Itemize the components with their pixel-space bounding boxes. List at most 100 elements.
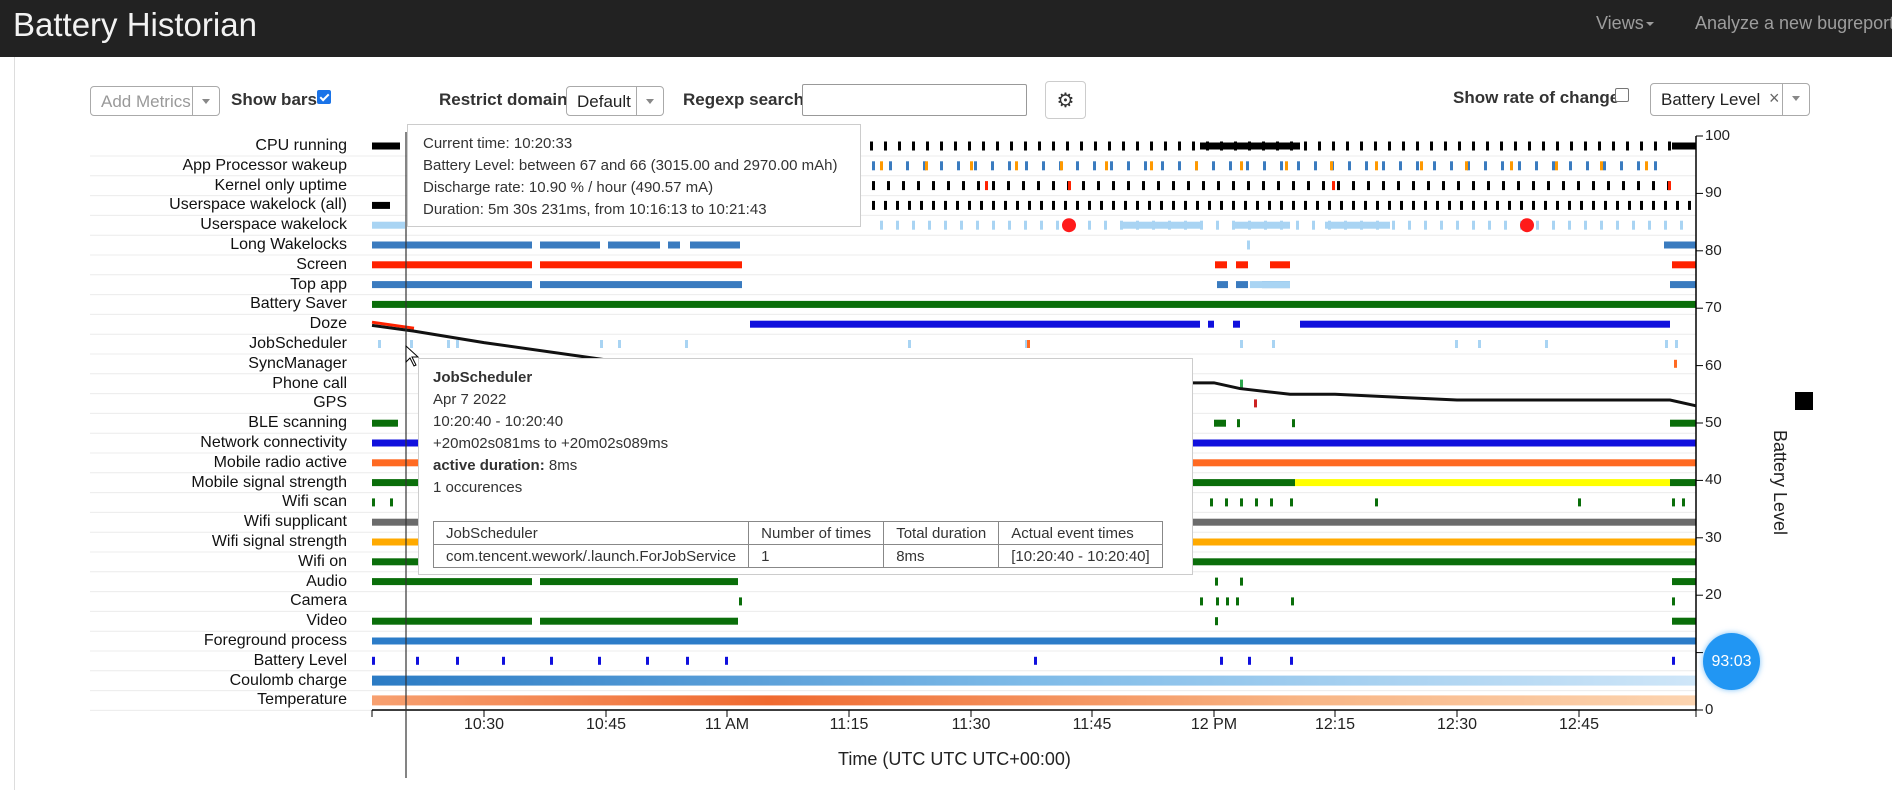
close-icon[interactable]: × xyxy=(1769,88,1780,109)
row-label: Battery Saver xyxy=(250,295,347,313)
job-date: Apr 7 2022 xyxy=(433,391,507,408)
row-label: Kernel only uptime xyxy=(214,176,347,194)
table-header: Actual event times xyxy=(998,521,1163,545)
table-header: JobScheduler xyxy=(432,521,750,545)
y-tick-label: 50 xyxy=(1705,414,1722,431)
row-label: Battery Level xyxy=(253,651,347,669)
table-header: Number of times xyxy=(748,521,885,545)
row-label: Userspace wakelock (all) xyxy=(169,196,347,214)
row-label: Coulomb charge xyxy=(229,671,347,689)
show-rate-checkbox[interactable] xyxy=(1615,88,1629,102)
jobscheduler-tooltip: JobScheduler Apr 7 2022 10:20:40 - 10:20… xyxy=(418,358,1193,575)
row-label: SyncManager xyxy=(248,354,347,372)
row-label: Video xyxy=(306,612,347,630)
table-row: com.tencent.wework/.launch.ForJobService… xyxy=(432,544,1163,568)
row-label: Screen xyxy=(296,255,347,273)
x-tick-label: 11:30 xyxy=(951,716,991,733)
y-tick-label: 40 xyxy=(1705,471,1722,489)
job-range: 10:20:40 - 10:20:40 xyxy=(433,413,564,430)
brand-title[interactable]: Battery Historian xyxy=(13,6,257,44)
job-table: JobScheduler Number of times Total durat… xyxy=(432,521,1163,568)
settings-button[interactable]: ⚙ xyxy=(1045,81,1086,119)
battery-tooltip: Current time: 10:20:33 Battery Level: be… xyxy=(407,124,861,227)
x-tick-label: 10:30 xyxy=(463,716,505,733)
job-offset: +20m02s081ms to +20m02s089ms xyxy=(433,435,669,452)
row-label: Temperature xyxy=(257,691,347,709)
add-metrics-placeholder: Add Metrics xyxy=(101,92,191,111)
legend-square-icon xyxy=(1795,392,1813,410)
row-label: CPU running xyxy=(255,137,347,154)
table-cell: 8ms xyxy=(883,544,1000,568)
add-metrics-select[interactable]: Add Metrics xyxy=(90,86,220,116)
row-label: Foreground process xyxy=(203,632,347,649)
x-tick-label: 12:45 xyxy=(1558,716,1600,733)
y-tick-label: 90 xyxy=(1705,184,1722,202)
chevron-down-icon xyxy=(1782,84,1809,115)
regexp-search-input[interactable] xyxy=(802,84,1027,116)
views-dropdown[interactable]: Views xyxy=(1596,13,1654,34)
x-tick-label: 11:15 xyxy=(829,716,869,733)
metric-select[interactable]: Battery Level × xyxy=(1650,83,1810,116)
tooltip-battery-level: Battery Level: between 67 and 66 (3015.0… xyxy=(423,157,838,174)
row-label: Userspace wakelock xyxy=(200,216,347,234)
row-label: Audio xyxy=(306,572,347,590)
table-cell: [10:20:40 - 10:20:40] xyxy=(998,544,1163,568)
row-label: Wifi signal strength xyxy=(211,533,347,550)
y-tick-label: 60 xyxy=(1705,356,1722,374)
navbar: Battery Historian Views Analyze a new bu… xyxy=(0,0,1892,57)
row-label: Doze xyxy=(309,315,347,333)
row-label: Wifi scan xyxy=(282,493,347,511)
table-cell: 1 xyxy=(748,544,885,568)
caret-down-icon xyxy=(1645,22,1654,27)
job-occurences: 1 occurences xyxy=(433,479,523,496)
row-label: Camera xyxy=(290,592,347,610)
x-tick-label: 10:45 xyxy=(585,716,627,733)
show-rate-label: Show rate of change xyxy=(1453,88,1620,107)
job-active-duration: active duration: 8ms xyxy=(433,457,577,474)
active-value: 8ms xyxy=(548,457,578,474)
y-tick-label: 30 xyxy=(1705,528,1722,546)
x-tick-label: 12:15 xyxy=(1314,716,1356,733)
table-header: Total duration xyxy=(883,521,1000,545)
table-header-row: JobScheduler Number of times Total durat… xyxy=(432,521,1163,545)
tooltip-current-time: Current time: 10:20:33 xyxy=(423,135,573,152)
active-label: active duration: xyxy=(433,457,545,474)
battery-badge[interactable]: 93:03 xyxy=(1703,633,1760,690)
chevron-down-icon xyxy=(636,87,663,115)
chevron-down-icon xyxy=(192,87,219,115)
row-label: Network connectivity xyxy=(200,434,347,451)
row-label: JobScheduler xyxy=(249,335,347,352)
job-title: JobScheduler xyxy=(433,369,533,386)
analyze-link[interactable]: Analyze a new bugreport xyxy=(1695,13,1892,34)
y-tick-label: 0 xyxy=(1705,701,1714,718)
tooltip-duration: Duration: 5m 30s 231ms, from 10:16:13 to… xyxy=(423,201,767,218)
regexp-label: Regexp search xyxy=(683,90,804,109)
show-bars-checkbox[interactable] xyxy=(317,90,331,104)
x-tick-label: 11 AM xyxy=(704,716,750,733)
y-axis-title: Battery Level xyxy=(1770,430,1790,536)
table-cell: com.tencent.wework/.launch.ForJobService xyxy=(432,544,750,568)
x-tick-label: 12 PM xyxy=(1190,716,1238,733)
restrict-domain-label: Restrict domain xyxy=(439,90,568,109)
y-tick-label: 20 xyxy=(1705,586,1722,604)
row-label: App Processor wakeup xyxy=(182,156,347,174)
gear-icon: ⚙ xyxy=(1056,89,1075,112)
y-tick-label: 80 xyxy=(1705,241,1722,259)
row-label: Wifi supplicant xyxy=(243,513,347,531)
x-axis-title: Time (UTC UTC UTC+00:00) xyxy=(838,749,1071,769)
x-tick-label: 11:45 xyxy=(1072,716,1112,733)
metric-chip-battery-level: Battery Level xyxy=(1661,90,1761,109)
views-label: Views xyxy=(1596,13,1644,33)
row-label: Wifi on xyxy=(298,552,347,570)
row-label: Phone call xyxy=(272,374,347,392)
row-label: GPS xyxy=(313,394,347,412)
restrict-domain-select[interactable]: Default xyxy=(566,86,664,116)
row-label: Long Wakelocks xyxy=(230,236,347,253)
restrict-domain-value: Default xyxy=(577,92,631,111)
row-label: Mobile radio active xyxy=(213,453,347,471)
row-label: Mobile signal strength xyxy=(191,473,347,491)
row-label: BLE scanning xyxy=(248,414,347,432)
show-bars-label: Show bars xyxy=(231,90,317,109)
tooltip-discharge-rate: Discharge rate: 10.90 % / hour (490.57 m… xyxy=(423,179,714,196)
y-tick-label: 100 xyxy=(1705,127,1731,144)
